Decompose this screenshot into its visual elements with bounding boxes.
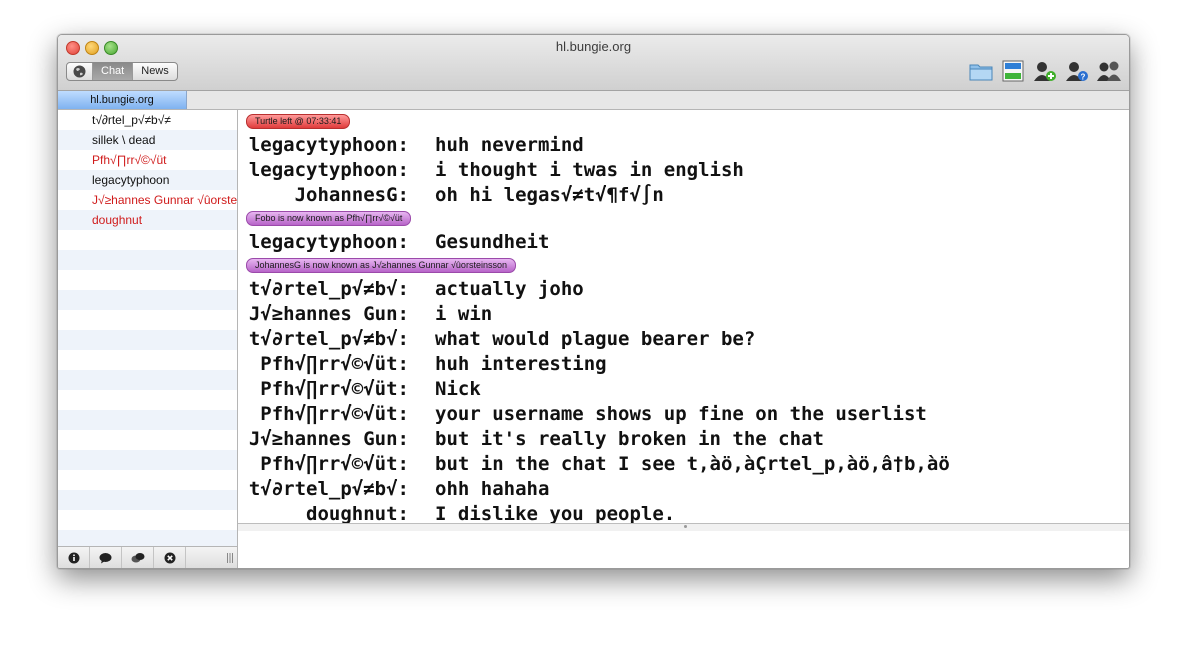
user-info-icon[interactable]: ? xyxy=(1064,59,1090,83)
segment-chat[interactable]: Chat xyxy=(93,63,134,80)
chat-message: legacytyphoon: huh nevermind xyxy=(238,132,1129,157)
chat-message: doughnut: I dislike you people. xyxy=(238,501,1129,524)
chat-message: JohannesG: oh hi legas√≠t√¶f√∫n xyxy=(238,182,1129,207)
user-list-item[interactable]: doughnut xyxy=(58,210,237,230)
window-title: hl.bungie.org xyxy=(555,39,632,54)
chat-window: hl.bungie.org Chat News ? hl.bungie.org … xyxy=(57,34,1130,569)
message-text: i win xyxy=(435,302,493,325)
user-list-item[interactable]: Pfh√∏rr√©√üt xyxy=(58,150,237,170)
message-text: what would plague bearer be? xyxy=(435,327,756,350)
tab-hl-bungie[interactable]: hl.bungie.org xyxy=(58,91,187,109)
user-list-item[interactable]: legacytyphoon xyxy=(58,170,237,190)
speech-bubbles-icon xyxy=(131,552,144,562)
message-text: huh nevermind xyxy=(435,133,584,156)
window-layout-icon[interactable] xyxy=(1000,59,1026,83)
chat-message: legacytyphoon: Gesundheit xyxy=(238,229,1129,254)
message-nick: doughnut: xyxy=(306,502,409,524)
info-icon xyxy=(68,552,79,563)
segment-globe[interactable] xyxy=(67,63,93,80)
message-nick: Pfh√∏rr√©√üt: xyxy=(260,352,409,375)
private-chat-button[interactable] xyxy=(122,547,154,568)
message-nick: legacytyphoon: xyxy=(248,158,409,181)
event-badge: Turtle left @ 07:33:41 xyxy=(246,113,351,129)
message-nick: t√∂rtel_p√≠b√: xyxy=(248,327,409,350)
divider-handle[interactable] xyxy=(683,525,687,528)
message-nick: legacytyphoon: xyxy=(248,230,409,253)
chat-message: Pfh√∏rr√©√üt: your username shows up fine… xyxy=(238,401,1129,426)
globe-icon xyxy=(73,65,86,78)
message-text: but it's really broken in the chat xyxy=(435,427,824,450)
remove-button[interactable] xyxy=(154,547,186,568)
segment-news[interactable]: News xyxy=(133,63,177,80)
message-nick: t√∂rtel_p√≠b√: xyxy=(248,277,409,300)
message-nick: Pfh√∏rr√©√üt: xyxy=(260,452,409,475)
event-row: JohannesG is now known as J√≥hannes Gunn… xyxy=(238,254,1129,276)
message-nick: JohannesG: xyxy=(294,183,409,206)
close-circle-icon xyxy=(164,552,175,563)
message-text: huh interesting xyxy=(435,352,607,375)
chat-message: Pfh√∏rr√©√üt: huh interesting xyxy=(238,351,1129,376)
message-button[interactable] xyxy=(90,547,122,568)
speech-bubble-icon xyxy=(99,552,112,563)
message-text: I dislike you people. xyxy=(435,502,676,524)
message-text: i thought i twas in english xyxy=(435,158,744,181)
chat-message: t√∂rtel_p√≠b√: what would plague bearer b… xyxy=(238,326,1129,351)
message-nick: t√∂rtel_p√≠b√: xyxy=(248,477,409,500)
sidebar-toolbar xyxy=(58,546,237,568)
view-segmented-control: Chat News xyxy=(66,62,178,81)
message-nick: legacytyphoon: xyxy=(248,133,409,156)
users-icon[interactable] xyxy=(1096,59,1122,83)
event-row: Turtle left @ 07:33:41 xyxy=(238,110,1129,132)
title-bar: hl.bungie.org Chat News ? xyxy=(58,35,1129,91)
chat-message: Pfh√∏rr√©√üt: Nick xyxy=(238,376,1129,401)
message-nick: Pfh√∏rr√©√üt: xyxy=(260,377,409,400)
message-text: your username shows up fine on the userl… xyxy=(435,402,927,425)
message-text: Gesundheit xyxy=(435,230,550,253)
message-nick: J√≥hannes Gun: xyxy=(248,427,409,450)
chat-message: J√≥hannes Gun: but it's really broken in … xyxy=(238,426,1129,451)
message-text: ohh hahaha xyxy=(435,477,550,500)
chat-message: Pfh√∏rr√©√üt: but in the chat I see t,àö,… xyxy=(238,451,1129,476)
chat-message: t√∂rtel_p√≠b√: actually joho xyxy=(238,276,1129,301)
message-nick: J√≥hannes Gun: xyxy=(248,302,409,325)
info-button[interactable] xyxy=(58,547,90,568)
message-input[interactable] xyxy=(238,531,1129,568)
chat-message: legacytyphoon: i thought i twas in englis… xyxy=(238,157,1129,182)
sidebar: t√∂rtel_p√≠b√≠ sillek \ dead Pfh√∏rr√©√üt… xyxy=(58,110,238,568)
chat-transcript[interactable]: Turtle left @ 07:33:41 legacytyphoon: huh … xyxy=(238,110,1129,523)
user-list-item[interactable]: t√∂rtel_p√≠b√≠ xyxy=(58,110,237,130)
user-list[interactable]: t√∂rtel_p√≠b√≠ sillek \ dead Pfh√∏rr√©√üt… xyxy=(58,110,237,547)
message-text: Nick xyxy=(435,377,481,400)
user-list-item[interactable]: J√≥hannes Gunnar √ûorsteinsson xyxy=(58,190,237,210)
message-nick: Pfh√∏rr√©√üt: xyxy=(260,402,409,425)
message-text: but in the chat I see t,àö,àÇrtel_p,àö,â… xyxy=(435,452,950,475)
chat-message: t√∂rtel_p√≠b√: ohh hahaha xyxy=(238,476,1129,501)
tab-bar: hl.bungie.org xyxy=(58,91,1129,110)
user-list-item[interactable]: sillek \ dead xyxy=(58,130,237,150)
message-text: oh hi legas√≠t√¶f√∫n xyxy=(435,183,664,206)
event-badge: Fobo is now known as Pfh√∏rr√©√üt xyxy=(246,210,412,226)
add-user-icon[interactable] xyxy=(1032,59,1058,83)
message-text: actually joho xyxy=(435,277,584,300)
svg-text:?: ? xyxy=(1081,73,1086,82)
chat-message: J√≥hannes Gun: i win xyxy=(238,301,1129,326)
resize-grip[interactable] xyxy=(227,552,233,563)
event-badge: JohannesG is now known as J√≥hannes Gunn… xyxy=(246,257,516,273)
event-row: Fobo is now known as Pfh√∏rr√©√üt xyxy=(238,207,1129,229)
folder-icon[interactable] xyxy=(968,59,994,83)
